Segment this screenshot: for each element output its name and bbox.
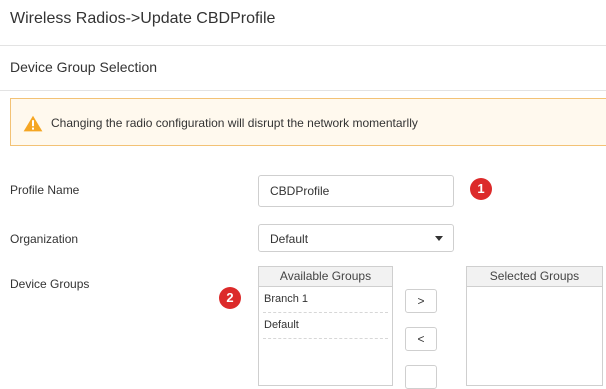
warning-icon — [23, 115, 43, 132]
organization-select-value: Default — [270, 232, 309, 246]
profile-name-input[interactable] — [258, 175, 454, 207]
selected-groups-header: Selected Groups — [467, 267, 602, 287]
list-item-default[interactable]: Default — [263, 313, 388, 339]
warning-banner: Changing the radio configuration will di… — [10, 98, 606, 146]
profile-name-label: Profile Name — [10, 183, 80, 197]
step-marker-2: 2 — [219, 287, 241, 309]
page-header: Wireless Radios->Update CBDProfile — [0, 0, 606, 46]
step-marker-1: 1 — [470, 178, 492, 200]
available-groups-header: Available Groups — [259, 267, 392, 287]
caret-down-icon — [435, 236, 443, 241]
section-header: Device Group Selection — [0, 46, 606, 91]
section-title: Device Group Selection — [10, 59, 158, 75]
available-groups-list[interactable]: Available Groups Branch 1 Default — [258, 266, 393, 386]
selected-groups-list[interactable]: Selected Groups — [466, 266, 603, 386]
remove-group-button[interactable]: < — [405, 327, 437, 351]
list-item-branch-1[interactable]: Branch 1 — [263, 287, 388, 313]
organization-label: Organization — [10, 232, 79, 246]
device-groups-label: Device Groups — [10, 277, 90, 291]
add-group-button[interactable]: > — [405, 289, 437, 313]
warning-message: Changing the radio configuration will di… — [51, 116, 418, 130]
page-title: Wireless Radios->Update CBDProfile — [10, 10, 276, 27]
move-group-button[interactable] — [405, 365, 437, 389]
organization-select[interactable]: Default — [258, 224, 454, 252]
